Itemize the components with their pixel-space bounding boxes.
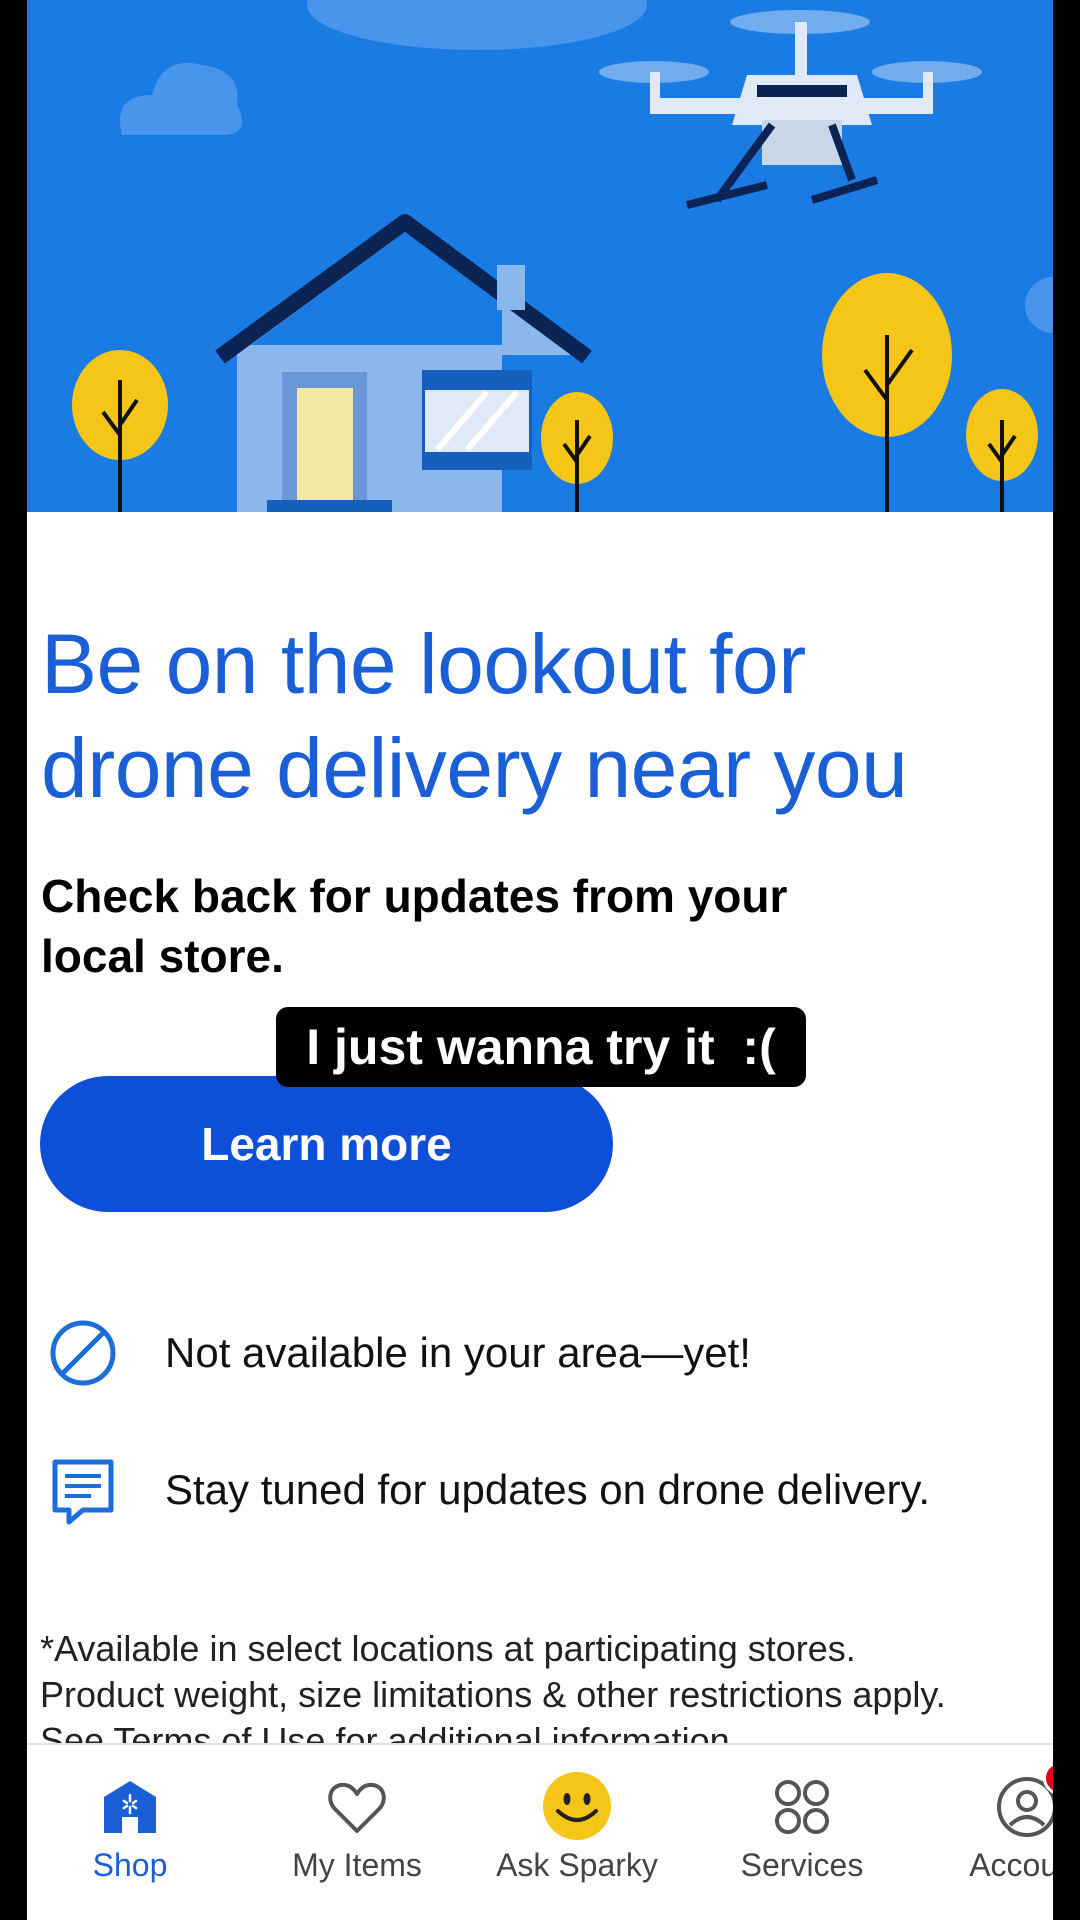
prohibited-icon	[50, 1320, 116, 1386]
tab-label-shop: Shop	[92, 1847, 168, 1883]
learn-more-button[interactable]: Learn more	[40, 1076, 613, 1212]
hero-illustration	[27, 0, 1053, 512]
subhead-line-1: Check back for updates from your	[41, 870, 788, 922]
tab-label-services: Services	[740, 1847, 864, 1883]
info-text-updates: Stay tuned for updates on drone delivery…	[165, 1466, 931, 1513]
disclaimer-line-1: *Available in select locations at partic…	[40, 1628, 856, 1669]
disclaimer-line-3: See Terms of Use for additional informat…	[40, 1720, 740, 1744]
tab-label-account: Account	[969, 1847, 1053, 1883]
headline-line-1: Be on the lookout for	[41, 617, 806, 711]
subhead-line-2: local store.	[41, 930, 284, 982]
headline-line-2: drone delivery near you	[41, 721, 908, 815]
bottom-tab-bar: Shop My Items Ask Sparky Services Accou	[27, 1743, 1053, 1920]
tab-shop[interactable]: Shop	[50, 1745, 210, 1885]
tab-ask-sparky[interactable]: Ask Sparky	[472, 1745, 682, 1885]
info-row-updates: Stay tuned for updates on drone delivery…	[27, 1445, 1053, 1535]
app-screen: Be on the lookout for drone delivery nea…	[27, 0, 1053, 1920]
chat-message-icon	[52, 1459, 114, 1525]
info-text-availability: Not available in your area—yet!	[165, 1329, 751, 1376]
grid-circles-icon	[770, 1775, 834, 1839]
page-headline: Be on the lookout for drone delivery nea…	[41, 612, 1031, 820]
tab-account[interactable]: Account	[927, 1745, 1053, 1885]
tab-label-my-items: My Items	[292, 1847, 422, 1883]
store-icon	[98, 1775, 162, 1839]
subheadline: Check back for updates from your local s…	[41, 866, 901, 986]
disclaimer-line-2: Product weight, size limitations & other…	[40, 1674, 946, 1715]
disclaimer: *Available in select locations at partic…	[40, 1626, 1050, 1744]
smiley-icon	[543, 1772, 611, 1840]
account-icon	[995, 1761, 1053, 1839]
tab-my-items[interactable]: My Items	[257, 1745, 457, 1885]
tab-services[interactable]: Services	[707, 1745, 897, 1885]
heart-icon	[325, 1775, 389, 1839]
info-row-availability: Not available in your area—yet!	[27, 1308, 1053, 1398]
video-caption-overlay: I just wanna try it :(	[276, 1007, 806, 1087]
drone-delivery-illustration	[27, 0, 1053, 512]
tab-label-ask-sparky: Ask Sparky	[496, 1847, 658, 1883]
